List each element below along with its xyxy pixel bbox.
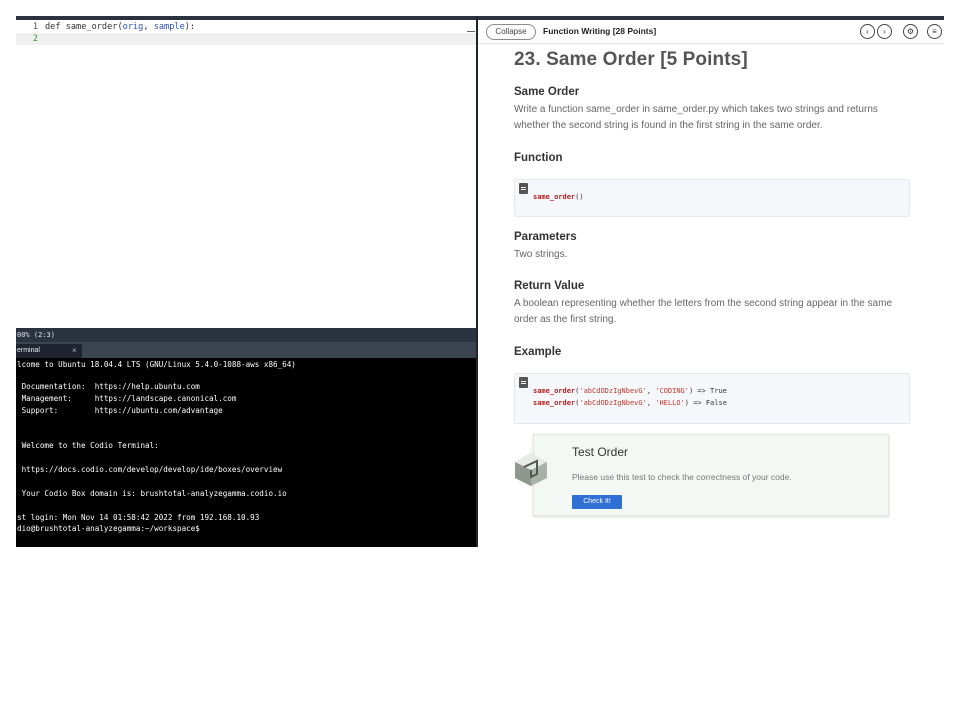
- copy-icon[interactable]: [519, 183, 528, 194]
- terminal-line: Documentation: https://help.ubuntu.com: [17, 382, 200, 391]
- line-number: 1: [32, 22, 38, 32]
- section-heading: Function: [514, 152, 563, 164]
- section-heading: Parameters: [514, 231, 577, 243]
- string-token: 'HELLO': [655, 399, 685, 407]
- function-token: same_order: [533, 387, 576, 395]
- terminal-line: lcome to Ubuntu 18.04.4 LTS (GNU/Linux 5…: [17, 360, 296, 369]
- menu-icon[interactable]: ≡: [927, 24, 942, 39]
- collapse-button[interactable]: Collapse: [486, 24, 536, 40]
- editor-line[interactable]: 1 def same_order(orig, sample):: [16, 21, 476, 33]
- code-line: same_order('abCdODzIgNbevG', 'CODING') =…: [533, 387, 727, 395]
- line-number: 2: [32, 34, 38, 44]
- section-heading: Example: [514, 346, 562, 358]
- guide-panel: Collapse Function Writing [28 Points] ‹ …: [478, 20, 944, 547]
- editor-line-active[interactable]: 2: [16, 33, 476, 45]
- section-heading: Same Order: [514, 86, 580, 98]
- terminal-line: Management: https://landscape.canonical.…: [17, 394, 237, 403]
- string-token: 'CODING': [655, 387, 689, 395]
- test-cube-icon: [515, 453, 547, 486]
- copy-icon[interactable]: [519, 377, 528, 388]
- chevron-left-icon[interactable]: ‹: [860, 24, 875, 39]
- test-title: Test Order: [572, 445, 629, 459]
- terminal-line: Support: https://ubuntu.com/advantage: [17, 406, 223, 415]
- guide-section-title: Function Writing [28 Points]: [543, 26, 657, 36]
- terminal-line: Welcome to the Codio Terminal:: [17, 441, 159, 450]
- line-code[interactable]: def same_order(orig, sample):: [45, 21, 195, 33]
- minimize-icon[interactable]: [467, 31, 475, 32]
- string-token: 'abCdODzIgNbevG': [579, 399, 647, 407]
- tab-label: erminal: [17, 347, 40, 354]
- section-body: Two strings.: [514, 249, 568, 260]
- string-token: 'abCdODzIgNbevG': [579, 387, 647, 395]
- paren-token: (): [575, 193, 584, 201]
- section-heading: Return Value: [514, 280, 585, 292]
- separator-token: ,: [646, 387, 656, 395]
- test-card: Test Order Please use this test to check…: [533, 434, 889, 516]
- chevron-right-icon[interactable]: ›: [877, 24, 892, 39]
- test-description: Please use this test to check the correc…: [572, 472, 792, 482]
- close-icon[interactable]: ×: [72, 344, 77, 358]
- separator-token: ,: [143, 22, 154, 32]
- section-body: Write a function same_order in same_orde…: [514, 104, 878, 131]
- code-editor[interactable]: 1 def same_order(orig, sample): 2: [16, 20, 476, 328]
- cursor-position: 00% (2:3): [17, 331, 55, 339]
- param-token: orig: [122, 22, 144, 32]
- tab-terminal[interactable]: erminal ×: [16, 344, 82, 358]
- guide-header: Collapse Function Writing [28 Points] ‹ …: [478, 20, 944, 44]
- function-code-block: same_order(): [514, 179, 910, 217]
- code-line: same_order('abCdODzIgNbevG', 'HELLO') =>…: [533, 399, 727, 407]
- function-token: same_order: [533, 193, 576, 201]
- example-code-block: same_order('abCdODzIgNbevG', 'CODING') =…: [514, 373, 910, 424]
- result-token: ) => False: [684, 399, 727, 407]
- terminal-prompt: dio@brushtotal-analyzegamma:~/workspace$: [17, 524, 200, 533]
- result-token: ) => True: [688, 387, 727, 395]
- terminal[interactable]: lcome to Ubuntu 18.04.4 LTS (GNU/Linux 5…: [16, 358, 476, 547]
- gear-icon[interactable]: ⚙: [903, 24, 918, 39]
- editor-status-bar: 00% (2:3): [16, 328, 476, 342]
- section-body: A boolean representing whether the lette…: [514, 298, 893, 325]
- code-line: same_order(): [533, 193, 584, 201]
- terminal-line: Your Codio Box domain is: brushtotal-ana…: [17, 489, 287, 498]
- terminal-line: https://docs.codio.com/develop/develop/i…: [17, 465, 283, 474]
- keyword-token: def: [45, 22, 66, 32]
- function-token: same_order: [533, 399, 576, 407]
- terminal-tab-bar: erminal ×: [16, 342, 476, 358]
- page-title: 23. Same Order [5 Points]: [514, 49, 748, 70]
- paren-token: ):: [184, 22, 196, 32]
- param-token: sample: [153, 22, 185, 32]
- check-it-button[interactable]: Check It!: [572, 495, 622, 509]
- separator-token: ,: [646, 399, 656, 407]
- terminal-line: st login: Mon Nov 14 01:58:42 2022 from …: [17, 513, 260, 522]
- function-token: same_order: [65, 22, 118, 32]
